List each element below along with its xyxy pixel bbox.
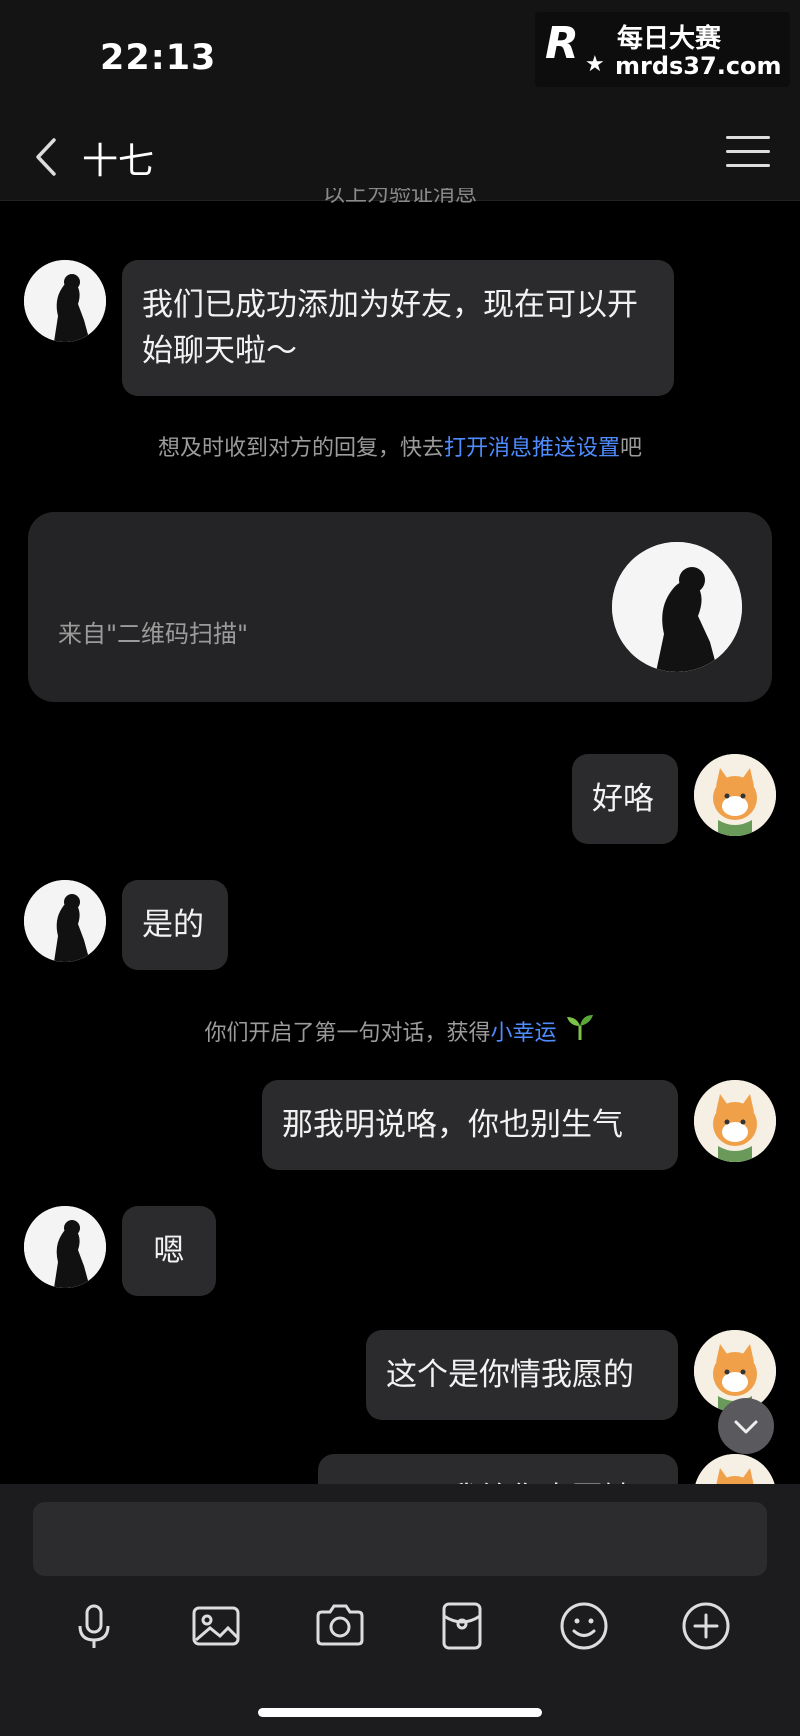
input-bar (0, 1484, 800, 1736)
message-bubble-self[interactable]: 那我明说咯，你也别生气 (262, 1080, 678, 1170)
watermark-logo: R ★ 每日大赛 mrds37.com (535, 12, 790, 87)
message-bubble[interactable]: 嗯 (122, 1206, 216, 1296)
push-note-suffix: 吧 (620, 436, 643, 461)
push-settings-note: 想及时收到对方的回复，快去打开消息推送设置吧 (0, 430, 800, 462)
scroll-down-button[interactable] (718, 1398, 774, 1454)
status-time: 22:13 (100, 38, 217, 78)
message-input[interactable] (33, 1502, 767, 1576)
image-icon[interactable] (188, 1598, 244, 1654)
push-settings-link[interactable]: 打开消息推送设置 (444, 436, 620, 461)
status-bar: 22:13 R ★ 每日大赛 mrds37.com (0, 0, 800, 118)
sprout-icon (564, 1015, 596, 1046)
source-card[interactable]: 来自"二维码扫描" (28, 512, 772, 702)
back-arrow-icon[interactable] (28, 132, 68, 182)
lucky-note-prefix: 你们开启了第一句对话，获得 (204, 1021, 491, 1046)
source-card-text: 来自"二维码扫描" (58, 620, 249, 648)
message-bubble-self[interactable]: 好咯 (572, 754, 678, 844)
red-packet-icon[interactable] (434, 1598, 490, 1654)
contact-avatar[interactable] (24, 1206, 106, 1288)
home-indicator (258, 1708, 542, 1717)
star-icon: ★ (585, 52, 605, 77)
self-avatar[interactable] (694, 754, 776, 836)
contact-avatar[interactable] (24, 880, 106, 962)
self-avatar[interactable] (694, 1080, 776, 1162)
microphone-icon[interactable] (66, 1598, 122, 1654)
contact-avatar-large (612, 542, 742, 672)
chevron-down-icon (734, 1420, 758, 1434)
menu-icon[interactable] (726, 136, 770, 176)
lucky-link[interactable]: 小幸运 (491, 1021, 557, 1046)
push-note-prefix: 想及时收到对方的回复，快去 (157, 436, 444, 461)
message-bubble[interactable]: 我们已成功添加为好友，现在可以开始聊天啦～ (122, 260, 674, 396)
message-bubble-self[interactable]: 这个是你情我愿的 (366, 1330, 678, 1420)
message-bubble[interactable]: 是的 (122, 880, 228, 970)
lucky-note: 你们开启了第一句对话，获得小幸运 (0, 1014, 800, 1047)
plus-icon[interactable] (678, 1598, 734, 1654)
camera-icon[interactable] (312, 1598, 368, 1654)
watermark-letter: R (545, 18, 579, 69)
watermark-brand: 每日大赛 (617, 24, 722, 54)
contact-name[interactable]: 十七 (82, 132, 154, 184)
verify-note: 以上为验证消息 (322, 188, 477, 207)
watermark-url: mrds37.com (615, 52, 782, 80)
contact-avatar[interactable] (24, 260, 106, 342)
emoji-icon[interactable] (556, 1598, 612, 1654)
